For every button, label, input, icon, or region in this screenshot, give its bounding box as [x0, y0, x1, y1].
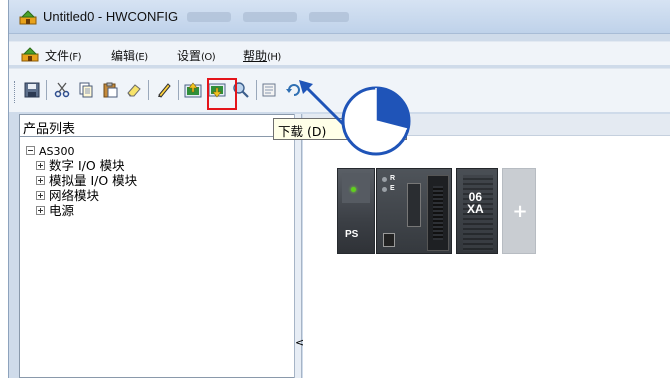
menu-settings-label: 设置	[177, 49, 202, 63]
tree-node-label: 网络模块	[49, 188, 100, 203]
power-supply-module[interactable]: PS	[337, 168, 375, 254]
ps-panel	[342, 173, 370, 203]
tree-node-digital-io[interactable]: 数字 I/O 模块	[26, 158, 137, 173]
tree-node-analog-io[interactable]: 模拟量 I/O 模块	[26, 173, 137, 188]
title-bar: Untitled0 - HWCONFIG	[9, 0, 670, 34]
hwconfig-window: Untitled0 - HWCONFIG 文件(F) 编辑(E) 设置(O) 帮…	[8, 0, 670, 378]
add-module-slot[interactable]: +	[502, 168, 536, 254]
settings-icon[interactable]	[261, 81, 279, 99]
collapse-icon[interactable]	[26, 146, 35, 155]
expand-icon[interactable]	[36, 206, 45, 215]
cpu-card-slot	[407, 183, 421, 227]
error-led-icon	[382, 187, 387, 192]
expand-icon[interactable]	[36, 176, 45, 185]
io-module-06xa[interactable]: 06 XA	[456, 168, 498, 254]
collapse-panel-icon[interactable]: <	[295, 336, 304, 350]
save-icon[interactable]	[23, 81, 41, 99]
eraser-icon[interactable]	[125, 81, 143, 99]
blurred-text	[243, 12, 297, 22]
error-led-label: E	[390, 185, 395, 192]
menu-help-accel: (H)	[267, 52, 281, 63]
window-title: Untitled0 - HWCONFIG	[43, 9, 179, 24]
copy-icon[interactable]	[77, 81, 95, 99]
product-list-panel: 产品列表 AS300 数字 I/O 模块 模拟量 I/O 模块 网络模块 电源	[19, 114, 301, 378]
toolbar-separator	[178, 80, 179, 100]
menu-file-label: 文件	[45, 49, 70, 63]
io-module-label: 06 XA	[467, 191, 484, 215]
tree-node-power[interactable]: 电源	[26, 203, 137, 218]
tree-node-label: 模拟量 I/O 模块	[49, 173, 138, 188]
cpu-module[interactable]: R E	[376, 168, 452, 254]
hwconfig-menu-icon[interactable]	[21, 46, 39, 62]
cut-icon[interactable]	[53, 81, 71, 99]
click-indicator-icon	[341, 86, 411, 156]
power-led-icon	[351, 187, 356, 192]
panel-splitter[interactable]: <	[294, 114, 304, 378]
product-tree: AS300 数字 I/O 模块 模拟量 I/O 模块 网络模块 电源	[26, 143, 137, 218]
product-list-header: 产品列表	[20, 115, 300, 137]
upload-icon[interactable]	[184, 81, 202, 99]
pen-icon[interactable]	[155, 81, 173, 99]
tree-node-label: 数字 I/O 模块	[49, 158, 125, 173]
menu-help-label: 帮助	[243, 49, 268, 63]
menu-help[interactable]: 帮助(H)	[243, 47, 281, 64]
pointer-arrow-icon	[299, 80, 345, 126]
blurred-text	[309, 12, 349, 22]
run-led-icon	[382, 177, 387, 182]
menu-edit-accel: (E)	[135, 52, 148, 63]
toolbar-separator	[46, 80, 47, 100]
paste-icon[interactable]	[101, 81, 119, 99]
product-list-title: 产品列表	[23, 122, 76, 137]
toolbar-separator	[148, 80, 149, 100]
menu-file[interactable]: 文件(F)	[45, 47, 82, 64]
menu-settings[interactable]: 设置(O)	[177, 47, 216, 64]
blurred-text	[187, 12, 231, 22]
menu-edit[interactable]: 编辑(E)	[111, 47, 148, 64]
add-icon: +	[512, 201, 528, 222]
download-highlight-box	[207, 78, 237, 110]
cpu-port	[383, 233, 395, 247]
tree-node-root[interactable]: AS300	[26, 143, 137, 158]
expand-icon[interactable]	[36, 191, 45, 200]
io-label-line2: XA	[467, 202, 484, 216]
toolbar-separator	[256, 80, 257, 100]
menu-edit-label: 编辑	[111, 49, 136, 63]
ps-label: PS	[345, 229, 359, 240]
menu-bar: 文件(F) 编辑(E) 设置(O) 帮助(H)	[9, 41, 670, 65]
tree-node-network[interactable]: 网络模块	[26, 188, 137, 203]
run-led-label: R	[390, 175, 396, 182]
menu-file-accel: (F)	[69, 52, 82, 63]
tree-node-label: 电源	[49, 203, 75, 218]
toolbar-grip[interactable]	[14, 81, 17, 103]
tree-node-label: AS300	[39, 145, 75, 158]
expand-icon[interactable]	[36, 161, 45, 170]
menu-settings-accel: (O)	[201, 52, 216, 63]
cpu-connector	[427, 175, 449, 251]
hwconfig-app-icon	[19, 10, 37, 25]
